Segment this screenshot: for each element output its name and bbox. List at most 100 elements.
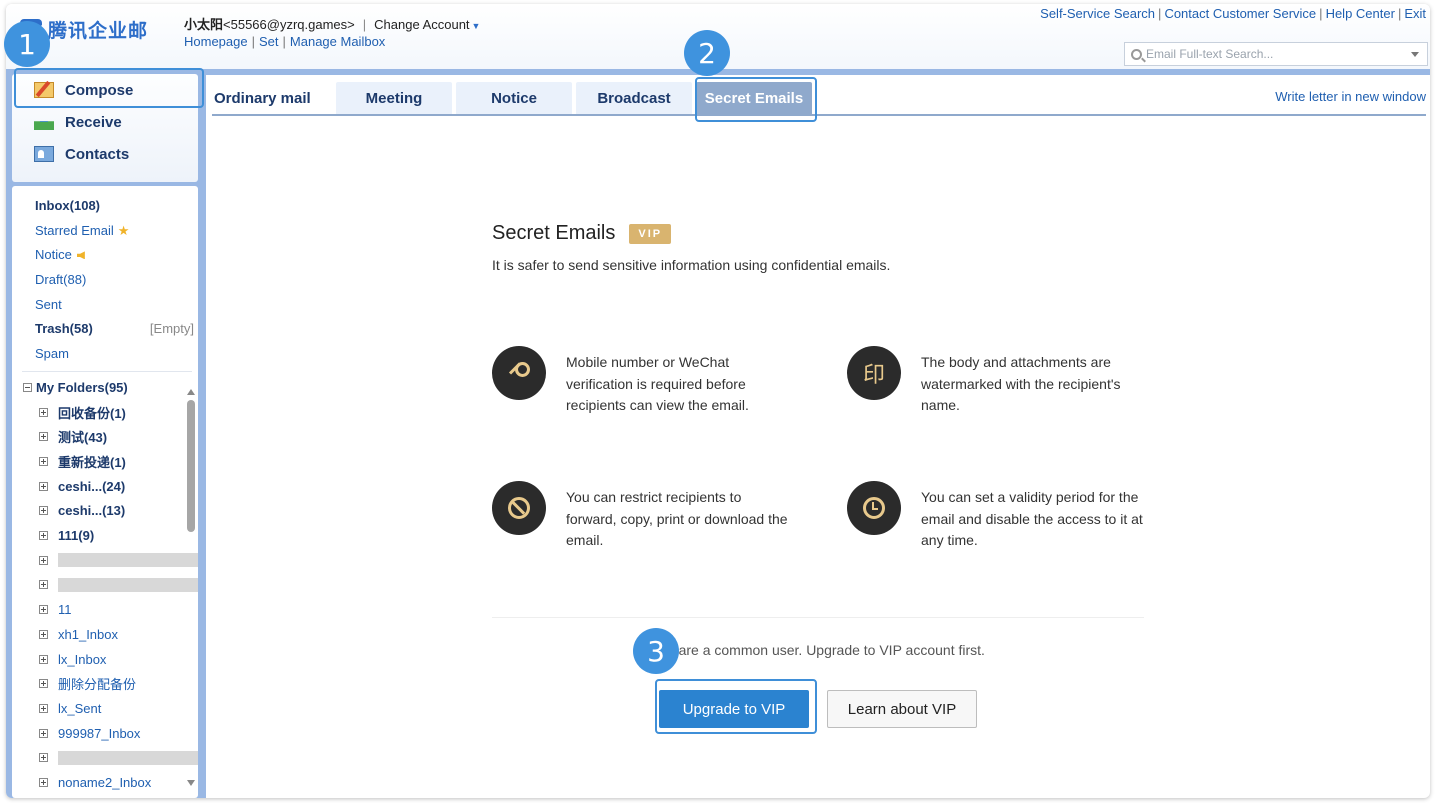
secret-email-panel: Secret Emails VIP It is safer to send se… — [492, 222, 1144, 728]
subfolder-item[interactable]: 回收备份(1) — [12, 400, 198, 425]
feature-grid: Mobile number or WeChat verification is … — [492, 346, 1144, 636]
folder-trash[interactable]: Trash(58) [Empty] — [12, 317, 198, 342]
subfolder-item[interactable]: ceshi...(24) — [12, 474, 198, 499]
subfolder-label: 重新投递(1) — [58, 455, 126, 471]
seal-glyph: 印 — [862, 362, 885, 387]
feature-item: You can restrict recipients to forward, … — [492, 481, 792, 552]
homepage-link[interactable]: Homepage — [184, 34, 248, 49]
exit-link[interactable]: Exit — [1404, 6, 1426, 21]
empty-trash-link[interactable]: [Empty] — [150, 317, 194, 342]
folder-label: Spam — [35, 346, 69, 362]
set-link[interactable]: Set — [259, 34, 279, 49]
annotation-badge-3: 3 — [633, 628, 679, 674]
subfolder-label: 111(9) — [58, 528, 95, 544]
help-center-link[interactable]: Help Center — [1326, 6, 1395, 21]
mail-window: 腾讯企业邮 小太阳<55566@yzrq.games> | Change Accou… — [6, 4, 1430, 798]
subfolder-item[interactable]: ceshi...(13) — [12, 499, 198, 524]
subfolder-item[interactable]: 测试(43) — [12, 425, 198, 450]
compose-button[interactable]: Compose — [12, 74, 198, 106]
scroll-thumb[interactable] — [187, 400, 195, 532]
tab-underline — [212, 114, 1426, 116]
tab-meeting[interactable]: Meeting — [336, 82, 452, 114]
subfolder-item-redacted[interactable] — [12, 573, 198, 598]
tab-broadcast[interactable]: Broadcast — [576, 82, 692, 114]
star-icon: ★ — [117, 222, 130, 238]
tab-secret-emails[interactable]: Secret Emails — [696, 82, 812, 114]
expand-icon[interactable] — [39, 555, 48, 565]
write-new-window-link[interactable]: Write letter in new window — [1275, 89, 1426, 104]
subfolder-item[interactable]: 11 — [12, 597, 198, 622]
search-placeholder: Email Full-text Search... — [1146, 47, 1274, 61]
search-input[interactable]: Email Full-text Search... — [1124, 42, 1428, 66]
feature-item: Mobile number or WeChat verification is … — [492, 346, 792, 417]
dropdown-caret-icon[interactable]: ▼ — [472, 21, 481, 31]
folder-label: Notice — [35, 247, 72, 263]
subfolder-item[interactable]: noname2_Inbox — [12, 770, 198, 795]
expand-icon[interactable] — [39, 432, 48, 442]
expand-icon[interactable] — [39, 457, 48, 467]
upgrade-to-vip-button[interactable]: Upgrade to VIP — [659, 690, 809, 728]
feature-item: You can set a validity period for the em… — [847, 481, 1147, 552]
expand-icon[interactable] — [39, 531, 48, 541]
expand-icon[interactable] — [39, 605, 48, 615]
tab-ordinary-mail[interactable]: Ordinary mail — [212, 82, 332, 114]
change-account-link[interactable]: Change Account — [374, 17, 469, 32]
folder-scrollbar[interactable] — [186, 386, 196, 796]
expand-icon[interactable] — [39, 728, 48, 738]
self-service-search-link[interactable]: Self-Service Search — [1040, 6, 1155, 21]
expand-icon[interactable] — [39, 777, 48, 787]
contacts-button[interactable]: Contacts — [12, 138, 198, 170]
receive-button[interactable]: Receive — [12, 106, 198, 138]
folder-divider — [22, 370, 192, 372]
collapse-icon[interactable] — [23, 383, 32, 393]
search-icon — [1131, 48, 1142, 60]
expand-icon[interactable] — [39, 679, 48, 689]
subfolder-item-redacted[interactable] — [12, 745, 198, 770]
folder-starred[interactable]: Starred Email ★ — [12, 219, 198, 244]
expand-icon[interactable] — [39, 629, 48, 639]
chevron-down-icon[interactable] — [1411, 51, 1419, 57]
tab-notice[interactable]: Notice — [456, 82, 572, 114]
header-links: Homepage | Set | Manage Mailbox — [184, 34, 386, 49]
my-folders-toggle[interactable]: My Folders(95) — [12, 376, 198, 400]
scroll-down-icon[interactable] — [187, 780, 195, 786]
receive-icon — [34, 121, 54, 130]
folder-draft[interactable]: Draft(88) — [12, 268, 198, 293]
compose-icon — [34, 82, 54, 98]
panel-subtitle: It is safer to send sensitive informatio… — [492, 257, 891, 273]
subfolder-item[interactable]: lx_Sent — [12, 696, 198, 721]
expand-icon[interactable] — [39, 407, 48, 417]
contacts-icon — [34, 146, 54, 162]
vip-badge: VIP — [629, 223, 672, 244]
folder-sent[interactable]: Sent — [12, 293, 198, 318]
nav-box: Compose Receive Contacts — [12, 74, 198, 182]
subfolder-item[interactable]: 999987_Inbox — [12, 721, 198, 746]
expand-icon[interactable] — [39, 753, 48, 763]
subfolder-label: 11 — [58, 602, 72, 618]
subfolder-item[interactable]: 重新投递(1) — [12, 449, 198, 474]
subfolder-item[interactable]: 删除分配备份 — [12, 671, 198, 696]
subfolder-item-redacted[interactable] — [12, 548, 198, 573]
subfolder-item[interactable]: xh1_Inbox — [12, 622, 198, 647]
expand-icon[interactable] — [39, 481, 48, 491]
expand-icon[interactable] — [39, 580, 48, 590]
learn-about-vip-button[interactable]: Learn about VIP — [827, 690, 977, 728]
subfolder-label: xh1_Inbox — [58, 626, 118, 642]
subfolder-label: ceshi...(24) — [58, 478, 126, 494]
contact-customer-service-link[interactable]: Contact Customer Service — [1164, 6, 1316, 21]
expand-icon[interactable] — [39, 703, 48, 713]
subfolder-label: 回收备份(1) — [58, 405, 126, 421]
expand-icon[interactable] — [39, 506, 48, 516]
subfolder-label: 测试(43) — [58, 430, 108, 446]
folder-notice[interactable]: Notice — [12, 243, 198, 268]
folder-label: Starred Email — [35, 222, 114, 238]
subfolder-item[interactable]: lx_Inbox — [12, 647, 198, 672]
folder-spam[interactable]: Spam — [12, 342, 198, 367]
folder-inbox[interactable]: Inbox(108) — [12, 194, 198, 219]
scroll-up-icon[interactable] — [187, 389, 195, 395]
expand-icon[interactable] — [39, 654, 48, 664]
manage-mailbox-link[interactable]: Manage Mailbox — [290, 34, 385, 49]
contacts-label: Contacts — [65, 145, 130, 163]
speaker-icon — [76, 251, 85, 260]
subfolder-item[interactable]: 111(9) — [12, 523, 198, 548]
